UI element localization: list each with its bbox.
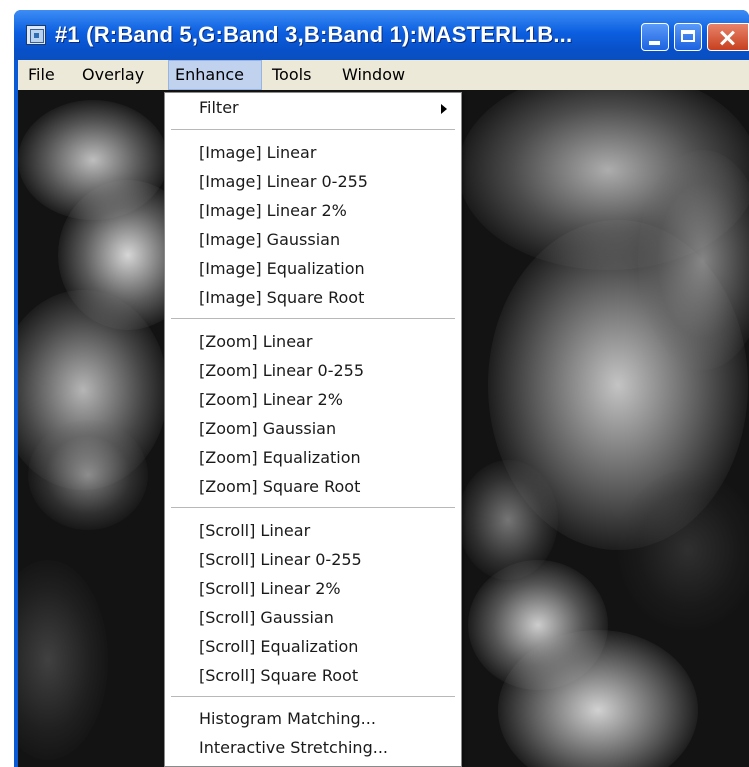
menu-item-label: Filter: [199, 98, 239, 117]
title-bar[interactable]: #1 (R:Band 5,G:Band 3,B:Band 1):MASTERL1…: [14, 10, 749, 60]
menu-item-zoom-linear-2pct[interactable]: [Zoom] Linear 2%: [165, 386, 461, 414]
close-button[interactable]: [707, 23, 749, 51]
menu-item-filter[interactable]: Filter: [165, 94, 461, 122]
menu-tools[interactable]: Tools: [266, 60, 317, 90]
menu-bar: File Overlay Enhance Tools Window: [18, 60, 749, 90]
menu-item-interactive-stretching[interactable]: Interactive Stretching...: [165, 734, 461, 762]
menu-item-image-linear-0-255[interactable]: [Image] Linear 0-255: [165, 168, 461, 196]
menu-item-histogram-matching[interactable]: Histogram Matching...: [165, 705, 461, 733]
menu-item-scroll-linear-0-255[interactable]: [Scroll] Linear 0-255: [165, 546, 461, 574]
menu-window[interactable]: Window: [336, 60, 411, 90]
menu-separator: [171, 129, 455, 131]
menu-item-scroll-linear-2pct[interactable]: [Scroll] Linear 2%: [165, 575, 461, 603]
menu-item-scroll-linear[interactable]: [Scroll] Linear: [165, 517, 461, 545]
menu-overlay[interactable]: Overlay: [76, 60, 150, 90]
menu-item-scroll-gaussian[interactable]: [Scroll] Gaussian: [165, 604, 461, 632]
menu-separator: [171, 507, 455, 509]
window-title: #1 (R:Band 5,G:Band 3,B:Band 1):MASTERL1…: [55, 22, 573, 47]
cloud-texture: [18, 560, 108, 760]
enhance-dropdown-menu: Filter [Image] Linear [Image] Linear 0-2…: [164, 92, 462, 767]
cloud-texture: [618, 470, 749, 630]
menu-separator: [171, 696, 455, 698]
menu-item-zoom-linear-0-255[interactable]: [Zoom] Linear 0-255: [165, 357, 461, 385]
menu-item-image-linear-2pct[interactable]: [Image] Linear 2%: [165, 197, 461, 225]
app-icon[interactable]: [26, 25, 46, 45]
menu-item-scroll-square-root[interactable]: [Scroll] Square Root: [165, 662, 461, 690]
minimize-button[interactable]: [641, 23, 669, 51]
menu-separator: [171, 318, 455, 320]
maximize-button[interactable]: [674, 23, 702, 51]
cloud-texture: [28, 420, 148, 530]
menu-item-zoom-gaussian[interactable]: [Zoom] Gaussian: [165, 415, 461, 443]
menu-item-zoom-square-root[interactable]: [Zoom] Square Root: [165, 473, 461, 501]
menu-file[interactable]: File: [22, 60, 61, 90]
menu-item-scroll-equalization[interactable]: [Scroll] Equalization: [165, 633, 461, 661]
submenu-arrow-icon: [441, 104, 447, 114]
menu-item-zoom-linear[interactable]: [Zoom] Linear: [165, 328, 461, 356]
menu-item-image-gaussian[interactable]: [Image] Gaussian: [165, 226, 461, 254]
menu-item-image-linear[interactable]: [Image] Linear: [165, 139, 461, 167]
menu-item-zoom-equalization[interactable]: [Zoom] Equalization: [165, 444, 461, 472]
menu-enhance[interactable]: Enhance: [168, 60, 262, 90]
menu-item-image-equalization[interactable]: [Image] Equalization: [165, 255, 461, 283]
menu-item-image-square-root[interactable]: [Image] Square Root: [165, 284, 461, 312]
